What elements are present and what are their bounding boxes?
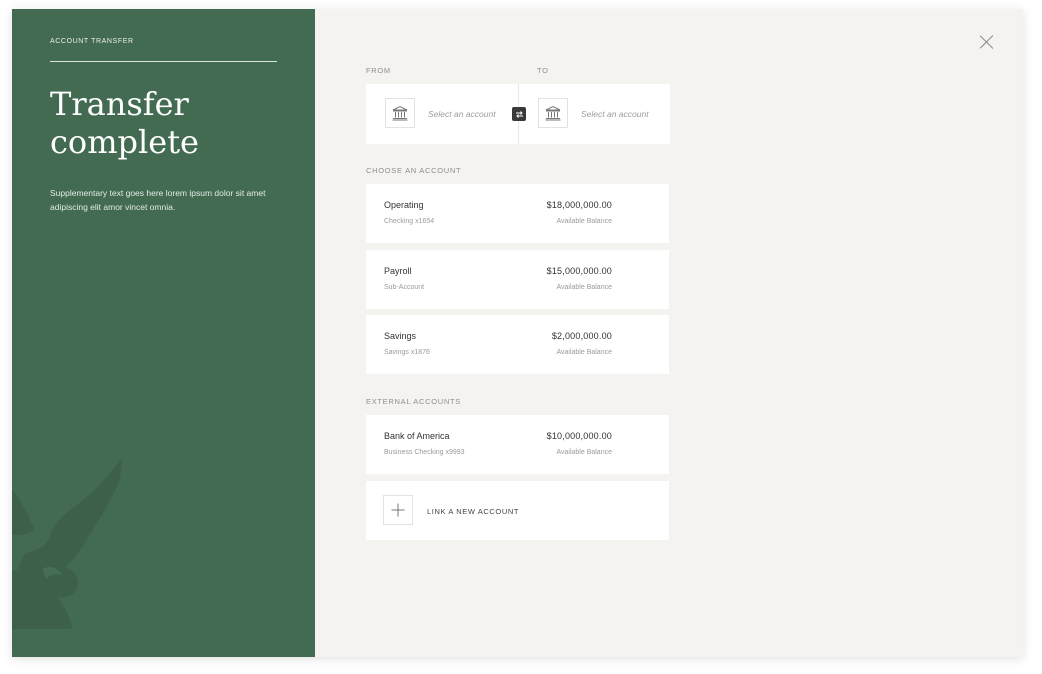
balance-label: Available Balance	[556, 349, 612, 356]
bank-icon	[385, 98, 415, 128]
plus-icon	[383, 495, 413, 525]
account-name: Bank of America	[384, 431, 450, 441]
account-sub: Sub-Account	[384, 284, 425, 291]
eagle-icon	[12, 457, 122, 629]
account-card-payroll[interactable]: Payroll Sub-Account $15,000,000.00 Avail…	[366, 250, 669, 309]
eyebrow-label: ACCOUNT TRANSFER	[50, 38, 134, 45]
transfer-modal: ACCOUNT TRANSFER Transfer complete Suppl…	[12, 9, 1023, 657]
bank-icon	[538, 98, 568, 128]
account-name: Payroll	[384, 266, 412, 276]
account-card-savings[interactable]: Savings Savings x1876 $2,000,000.00 Avai…	[366, 315, 669, 374]
to-label: TO	[537, 66, 549, 75]
account-sub: Savings x1876	[384, 349, 430, 356]
balance-label: Available Balance	[556, 449, 612, 456]
account-sub: Business Checking x9993	[384, 449, 465, 456]
title-divider	[50, 61, 277, 62]
from-select[interactable]: Select an account	[428, 109, 496, 119]
account-name: Operating	[384, 200, 424, 210]
close-icon[interactable]	[979, 34, 995, 50]
choose-account-heading: CHOOSE AN ACCOUNT	[366, 166, 462, 175]
link-new-account-button[interactable]: LINK A NEW ACCOUNT	[366, 481, 669, 540]
left-panel: ACCOUNT TRANSFER Transfer complete Suppl…	[12, 9, 315, 657]
account-balance: $2,000,000.00	[551, 331, 612, 341]
page-title: Transfer complete	[50, 85, 199, 161]
balance-label: Available Balance	[556, 284, 612, 291]
account-name: Savings	[384, 331, 417, 341]
account-sub: Checking x1654	[384, 218, 435, 225]
external-accounts-heading: EXTERNAL ACCOUNTS	[366, 397, 461, 406]
from-label: FROM	[366, 66, 391, 75]
link-new-account-label: LINK A NEW ACCOUNT	[427, 507, 520, 516]
page-description: Supplementary text goes here lorem ipsum…	[50, 188, 266, 212]
account-balance: $15,000,000.00	[546, 266, 612, 276]
account-balance: $18,000,000.00	[546, 200, 612, 210]
account-card-bank-of-america[interactable]: Bank of America Business Checking x9993 …	[366, 415, 669, 474]
from-to-selector: Select an account Select an account	[366, 84, 670, 144]
to-select[interactable]: Select an account	[581, 109, 649, 119]
account-balance: $10,000,000.00	[546, 431, 612, 441]
right-panel: FROM TO Select an account Select an acco…	[315, 9, 1023, 657]
account-card-operating[interactable]: Operating Checking x1654 $18,000,000.00 …	[366, 184, 669, 243]
swap-icon[interactable]	[512, 107, 526, 121]
balance-label: Available Balance	[556, 218, 612, 225]
